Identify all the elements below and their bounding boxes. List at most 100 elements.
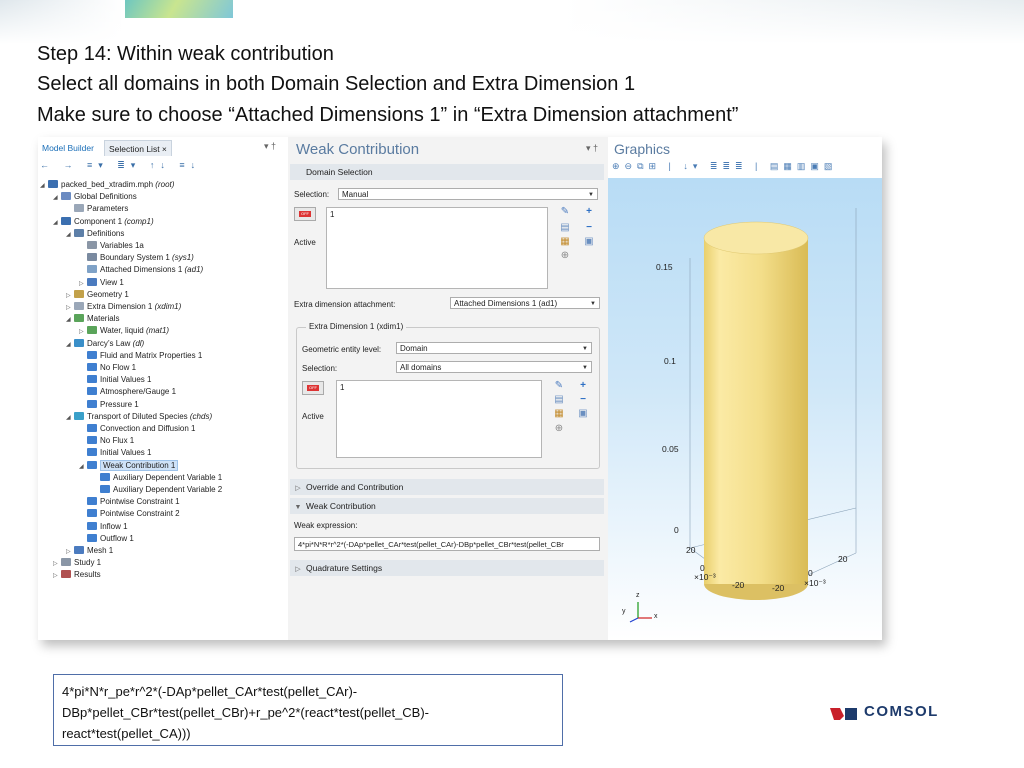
geometry-icon — [74, 289, 84, 298]
zoom-to-selection-icon[interactable]: ▣ — [584, 237, 594, 247]
paste-selection-icon[interactable]: ✎ — [554, 381, 564, 391]
tree-item[interactable]: Initial Values 1 — [79, 447, 151, 459]
tree-item-text: Atmosphere/Gauge 1 — [100, 387, 177, 397]
tree-item[interactable]: Boundary System 1 (sys1) — [79, 252, 194, 264]
transport-icon — [74, 411, 84, 420]
tree-expander-icon[interactable]: ▷ — [66, 546, 74, 558]
xdim-selection-label: Selection: — [302, 364, 338, 373]
weak-expression-callout: 4*pi*N*r_pe*r^2*(-DAp*pellet_CAr*test(pe… — [53, 674, 563, 746]
tree-item[interactable]: Attached Dimensions 1 (ad1) — [79, 264, 203, 276]
tree-item[interactable]: Pressure 1 — [79, 399, 139, 411]
extra-dim-attachment-label: Extra dimension attachment: — [294, 300, 396, 309]
selection-list-item[interactable]: 1 — [340, 383, 344, 392]
xdim-selection-combo[interactable]: All domains ▼ — [396, 361, 592, 373]
tree-expander-icon[interactable]: ◢ — [40, 180, 48, 192]
selection-list-item[interactable]: 1 — [330, 210, 334, 219]
section-quadrature-settings[interactable]: ▷ Quadrature Settings — [290, 560, 604, 576]
z-tick-label: 0.1 — [664, 356, 676, 366]
create-selection-icon[interactable]: ⊕ — [560, 251, 570, 261]
tree-item[interactable]: ▷ View 1 — [79, 277, 124, 289]
tree-item-tag: (chds) — [189, 411, 213, 421]
tree-expander-icon[interactable]: ◢ — [66, 229, 74, 241]
tree-toolbar[interactable]: ← → ≡▾ ≣▾ ↑↓ ≡↓ — [38, 160, 290, 174]
add-icon[interactable]: + — [584, 207, 594, 217]
tree-expander-icon[interactable]: ◢ — [66, 412, 74, 424]
tree-expander-icon[interactable]: ◢ — [66, 339, 74, 351]
panel-pin-icon[interactable]: ▾ † — [586, 143, 598, 154]
xdim-selection-list[interactable]: 1 — [336, 380, 542, 458]
tree-item[interactable]: ▷ Extra Dimension 1 (xdim1) — [66, 301, 181, 313]
tree-item-text: Transport of Diluted Species — [87, 411, 188, 421]
panel-pin-icon[interactable]: ▾ † — [264, 141, 276, 152]
remove-icon[interactable]: − — [584, 223, 594, 233]
tree-item[interactable]: ▷ Results — [53, 569, 101, 581]
tree-item[interactable]: No Flux 1 — [79, 435, 134, 447]
tree-expander-icon[interactable]: ▷ — [53, 570, 61, 582]
tree-item[interactable]: ◢ Darcy’s Law (dl) — [66, 338, 144, 350]
clear-selection-icon[interactable]: ▦ — [554, 409, 564, 419]
tree-expander-icon[interactable]: ▷ — [79, 326, 87, 338]
tree-item[interactable]: ▷ Mesh 1 — [66, 545, 113, 557]
tree-item[interactable]: Inflow 1 — [79, 521, 128, 533]
tree-item[interactable]: ◢ Materials — [66, 313, 119, 325]
extra-dimension-group-title: Extra Dimension 1 (xdim1) — [306, 322, 407, 331]
extra-dim-attachment-combo[interactable]: Attached Dimensions 1 (ad1) ▼ — [450, 297, 600, 309]
tree-item[interactable]: Parameters — [66, 203, 128, 215]
tree-item[interactable]: Outflow 1 — [79, 533, 134, 545]
create-selection-icon[interactable]: ⊕ — [554, 424, 564, 434]
tree-item[interactable]: Auxiliary Dependent Variable 1 — [92, 472, 222, 484]
paste-selection-icon[interactable]: ✎ — [560, 207, 570, 217]
tree-item[interactable]: Initial Values 1 — [79, 374, 151, 386]
section-weak-contribution[interactable]: ▼ Weak Contribution — [290, 498, 604, 514]
tree-item[interactable]: ◢ Global Definitions — [53, 191, 137, 203]
tree-item[interactable]: Auxiliary Dependent Variable 2 — [92, 484, 222, 496]
tree-expander-icon[interactable]: ◢ — [79, 461, 87, 473]
tree-item[interactable]: ▷ Study 1 — [53, 557, 101, 569]
tree-item[interactable]: Convection and Diffusion 1 — [79, 423, 195, 435]
tree-expander-icon[interactable]: ▷ — [53, 558, 61, 570]
tree-item-label: Pointwise Constraint 2 — [100, 509, 180, 518]
tree-item[interactable]: Pointwise Constraint 1 — [79, 496, 180, 508]
add-icon[interactable]: + — [578, 381, 588, 391]
remove-icon[interactable]: − — [578, 395, 588, 405]
tree-item[interactable]: ▷ Geometry 1 — [66, 289, 129, 301]
tree-item-tag: (root) — [155, 180, 175, 189]
tree-expander-icon[interactable]: ◢ — [53, 192, 61, 204]
active-toggle-button[interactable]: OFF — [294, 207, 316, 221]
tree-item[interactable]: Fluid and Matrix Properties 1 — [79, 350, 202, 362]
geometric-entity-level-combo[interactable]: Domain ▼ — [396, 342, 592, 354]
expand-arrow-icon: ▷ — [295, 566, 301, 573]
copy-selection-icon[interactable]: ▤ — [560, 223, 570, 233]
tree-item[interactable]: ◢ Weak Contribution 1 — [79, 459, 179, 473]
tab-selection-list[interactable]: Selection List × — [104, 140, 172, 156]
domain-selection-list[interactable]: 1 — [326, 207, 548, 289]
tree-expander-icon[interactable]: ◢ — [66, 314, 74, 326]
selection-combo[interactable]: Manual ▼ — [338, 188, 598, 200]
zoom-to-selection-icon[interactable]: ▣ — [578, 409, 588, 419]
tree-item[interactable]: Pointwise Constraint 2 — [79, 508, 180, 520]
tree-expander-icon[interactable]: ◢ — [53, 217, 61, 229]
tree-item[interactable]: ◢ Component 1 (comp1) — [53, 216, 154, 228]
weak-expression-field[interactable]: 4*pi*N*R*r^2*(-DAp*pellet_CAr*test(pelle… — [294, 537, 600, 551]
tree-expander-icon[interactable]: ▷ — [79, 278, 87, 290]
section-domain-selection[interactable]: Domain Selection — [290, 164, 604, 180]
tree-item[interactable]: ◢ Transport of Diluted Species (chds) — [66, 411, 212, 423]
tree-item-text: Global Definitions — [74, 192, 137, 202]
tree-item-text: Weak Contribution 1 — [103, 460, 176, 470]
copy-selection-icon[interactable]: ▤ — [554, 395, 564, 405]
graphics-canvas[interactable]: 0.15 0.1 0.05 0 20 0 ×10⁻³ -20 20 0 -20 … — [608, 178, 882, 640]
graphics-toolbar[interactable]: ⊕⊖⧉⊞ | ↓▾ ≣≣≣ | ▤▦▥▣▧ — [612, 161, 882, 175]
xdim-active-toggle-button[interactable]: OFF — [302, 381, 324, 395]
tree-expander-icon[interactable]: ▷ — [66, 290, 74, 302]
clear-selection-icon[interactable]: ▦ — [560, 237, 570, 247]
section-override-and-contribution[interactable]: ▷ Override and Contribution — [290, 479, 604, 495]
tree-item-label: Transport of Diluted Species (chds) — [87, 412, 212, 421]
tree-item[interactable]: ▷ Water, liquid (mat1) — [79, 325, 169, 337]
tree-item[interactable]: ◢ Definitions — [66, 228, 124, 240]
tree-item[interactable]: ◢ packed_bed_xtradim.mph (root) — [40, 179, 174, 191]
tree-item[interactable]: No Flow 1 — [79, 362, 136, 374]
tree-expander-icon[interactable]: ▷ — [66, 302, 74, 314]
tree-item[interactable]: Atmosphere/Gauge 1 — [79, 386, 176, 398]
tab-model-builder[interactable]: Model Builder — [38, 140, 98, 156]
tree-item[interactable]: Variables 1a — [79, 240, 144, 252]
